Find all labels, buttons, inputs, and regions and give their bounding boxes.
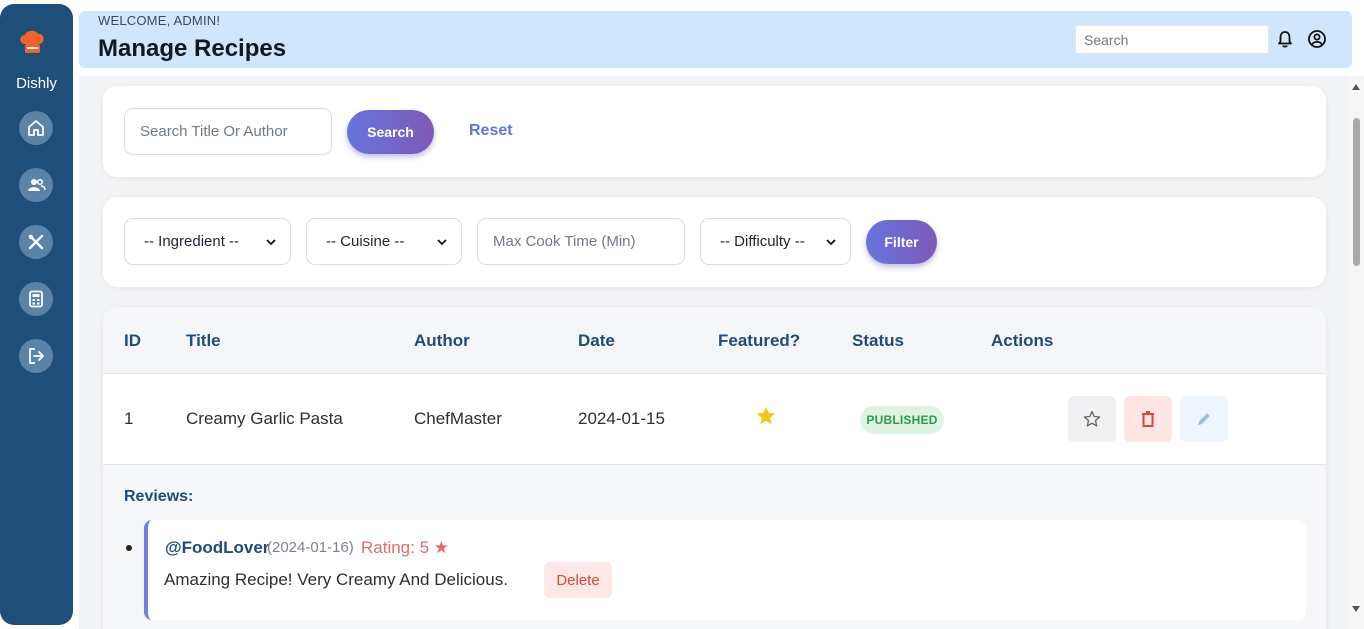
recipes-table: ID Title Author Date Featured? Status Ac… [103, 307, 1326, 629]
column-status[interactable]: Status [852, 331, 904, 351]
recipe-id: 1 [124, 409, 134, 428]
scroll-up-arrow[interactable] [1352, 84, 1360, 90]
bell-icon[interactable] [1275, 29, 1295, 49]
scrollbar-thumb[interactable] [1353, 118, 1360, 266]
toggle-featured-button[interactable] [1068, 396, 1116, 442]
status-badge: PUBLISHED [860, 406, 944, 434]
user-circle-icon[interactable] [1306, 28, 1328, 50]
review-date: (2024-01-16) [267, 539, 354, 556]
cuisine-select-value: -- Cuisine -- [326, 233, 405, 250]
filter-button[interactable]: Filter [866, 220, 937, 264]
featured-star-icon [756, 406, 776, 425]
delete-review-button[interactable]: Delete [544, 562, 612, 598]
max-cook-time-input[interactable] [477, 218, 685, 265]
column-actions[interactable]: Actions [991, 331, 1053, 351]
home-icon [28, 120, 44, 136]
cuisine-select[interactable]: -- Cuisine -- [306, 218, 462, 265]
column-author[interactable]: Author [414, 331, 470, 351]
delete-recipe-button[interactable] [1124, 396, 1172, 442]
column-title[interactable]: Title [186, 331, 221, 351]
search-button[interactable]: Search [347, 110, 434, 154]
chevron-down-icon [826, 238, 836, 245]
header-search-input[interactable] [1075, 25, 1269, 54]
brand-name: Dishly [16, 75, 57, 92]
star-outline-icon [1083, 410, 1101, 427]
column-id[interactable]: ID [124, 331, 141, 351]
column-date[interactable]: Date [578, 331, 615, 351]
ingredient-select[interactable]: -- Ingredient -- [124, 218, 291, 265]
recipe-title: Creamy Garlic Pasta [186, 409, 343, 428]
review-item: @FoodLover (2024-01-16) Rating: 5 ★ Amaz… [144, 520, 1306, 620]
sidebar-item-reports[interactable] [19, 282, 53, 316]
app: Dishly WELCOME, ADMIN! Manage Recipes Se… [0, 0, 1364, 629]
reviews-section: Reviews: @FoodLover (2024-01-16) Rating:… [103, 465, 1326, 629]
table-header: ID Title Author Date Featured? Status Ac… [103, 307, 1326, 374]
users-icon [28, 178, 46, 191]
edit-recipe-button[interactable] [1180, 396, 1228, 442]
reset-link[interactable]: Reset [469, 122, 513, 140]
pencil-icon [1198, 413, 1210, 425]
page-title: Manage Recipes [98, 35, 287, 62]
difficulty-select-value: -- Difficulty -- [720, 233, 805, 250]
trash-icon [1142, 411, 1154, 427]
sidebar: Dishly [0, 4, 73, 625]
sidebar-item-users[interactable] [19, 168, 53, 202]
calculator-icon [29, 290, 43, 308]
chevron-down-icon [437, 238, 447, 245]
welcome-text: WELCOME, ADMIN! [98, 13, 221, 28]
top-header: WELCOME, ADMIN! Manage Recipes [79, 11, 1352, 68]
sidebar-item-recipes[interactable] [19, 225, 53, 259]
utensils-icon [28, 234, 44, 250]
sidebar-item-logout[interactable] [19, 339, 53, 373]
list-bullet [126, 545, 132, 551]
logout-icon [29, 348, 44, 364]
reviews-title: Reviews: [124, 488, 194, 505]
filter-card: -- Ingredient -- -- Cuisine -- -- Diffic… [103, 197, 1326, 287]
search-card: Search Reset [103, 86, 1326, 177]
title-author-search-input[interactable] [124, 108, 332, 155]
recipe-author: ChefMaster [414, 409, 502, 428]
main-content: Search Reset -- Ingredient -- -- Cuisine… [79, 76, 1349, 629]
review-username[interactable]: @FoodLover [165, 538, 269, 558]
chef-hat-icon[interactable] [18, 28, 46, 56]
review-rating: Rating: 5 ★ [361, 538, 450, 557]
review-text: Amazing Recipe! Very Creamy And Deliciou… [164, 570, 508, 589]
difficulty-select[interactable]: -- Difficulty -- [700, 218, 851, 265]
chevron-down-icon [266, 238, 276, 245]
sidebar-item-home[interactable] [19, 111, 53, 145]
recipe-date: 2024-01-15 [578, 409, 665, 428]
scroll-down-arrow[interactable] [1352, 606, 1360, 612]
ingredient-select-value: -- Ingredient -- [144, 233, 240, 250]
column-featured[interactable]: Featured? [718, 331, 800, 351]
vertical-scrollbar[interactable] [1349, 76, 1364, 629]
